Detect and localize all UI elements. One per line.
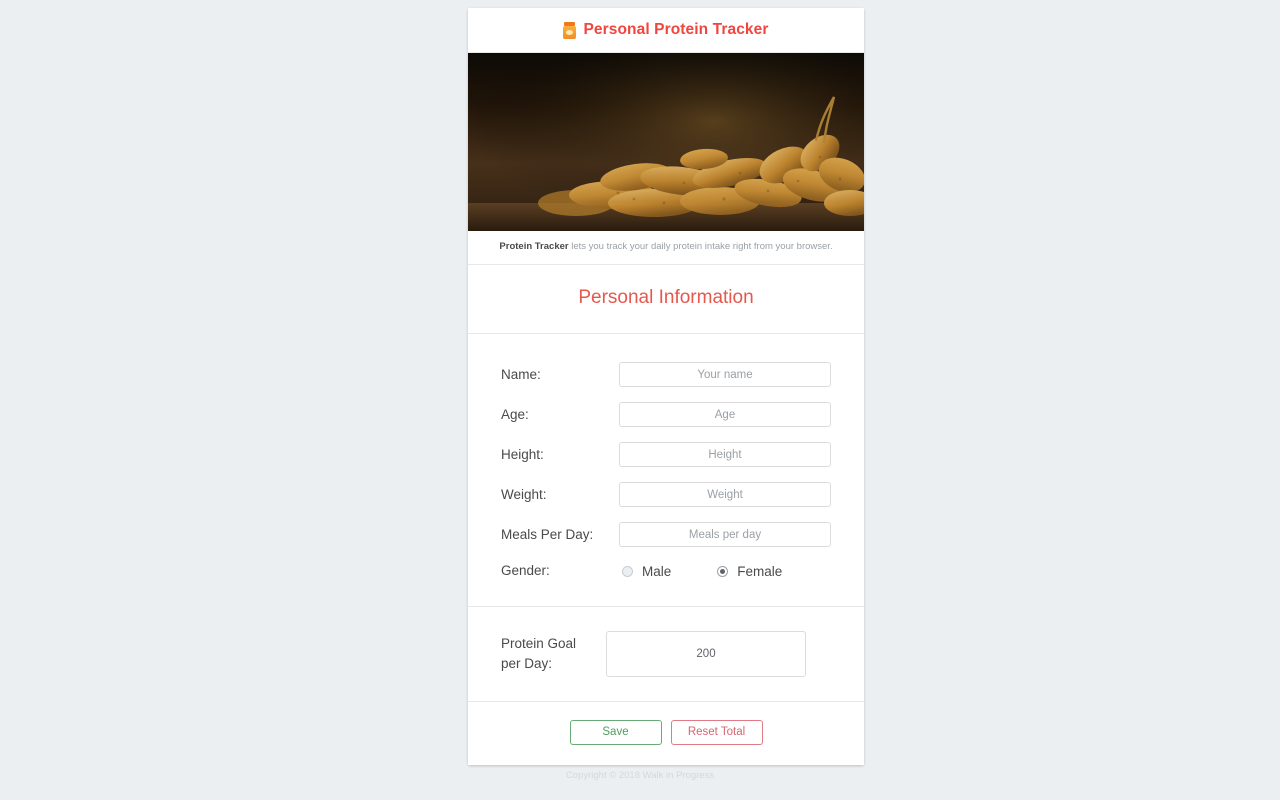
caption-strong: Protein Tracker — [499, 241, 569, 252]
protein-goal-section: Protein Goal per Day: — [468, 606, 864, 702]
gender-option-female[interactable]: Female — [717, 564, 782, 579]
gender-option-male[interactable]: Male — [622, 564, 671, 579]
page-footer: Copyright © 2018 Walk in Progress — [565, 770, 715, 781]
jar-icon — [563, 21, 577, 39]
form-row-height: Height: — [468, 442, 864, 468]
radio-female-icon[interactable] — [717, 565, 729, 577]
name-input[interactable] — [619, 362, 831, 388]
page-root: Personal Protein Tracker Protein Tracker… — [0, 0, 1280, 800]
label-meals-per-day: Meals Per Day: — [501, 527, 594, 543]
page-title: Personal Information — [468, 265, 864, 335]
form-row-name: Name: — [468, 362, 864, 388]
card-actions: Save Reset Total — [468, 701, 864, 765]
personal-information-form: Name: Age: Height: Weight: Meals Per Day… — [468, 334, 864, 607]
label-name: Name: — [501, 367, 541, 383]
label-height: Height: — [501, 447, 544, 463]
caption-rest: lets you track your daily protein intake… — [568, 241, 833, 252]
app-title-text: Personal Protein Tracker — [583, 21, 769, 38]
form-row-meals-per-day: Meals Per Day: — [468, 522, 864, 548]
card-header: Personal Protein Tracker — [468, 8, 864, 53]
label-protein-goal: Protein Goal per Day: — [501, 636, 577, 671]
caption: Protein Tracker lets you track your dail… — [468, 231, 864, 266]
meals-per-day-input[interactable] — [619, 522, 831, 548]
label-gender: Gender: — [501, 563, 550, 579]
gender-radio-group: Male Female — [619, 564, 782, 579]
protein-goal-input[interactable] — [606, 630, 806, 677]
hero-image — [468, 53, 864, 231]
radio-male-icon[interactable] — [622, 565, 633, 577]
gender-option-male-label: Male — [642, 563, 672, 579]
form-row-gender: Gender: Male Female — [468, 562, 864, 580]
height-input[interactable] — [619, 442, 831, 468]
weight-input[interactable] — [619, 482, 831, 508]
save-button[interactable]: Save — [569, 719, 662, 745]
goal-row: Protein Goal per Day: — [468, 630, 864, 677]
app-card: Personal Protein Tracker Protein Tracker… — [468, 8, 864, 765]
gender-option-female-label: Female — [737, 563, 783, 579]
form-row-weight: Weight: — [468, 482, 864, 508]
label-weight: Weight: — [501, 487, 547, 503]
app-title: Personal Protein Tracker — [563, 21, 768, 39]
reset-total-button[interactable]: Reset Total — [670, 719, 763, 745]
age-input[interactable] — [619, 402, 831, 428]
peanuts-photo-illustration — [468, 53, 864, 231]
form-row-age: Age: — [468, 402, 864, 428]
label-age: Age: — [501, 407, 529, 423]
